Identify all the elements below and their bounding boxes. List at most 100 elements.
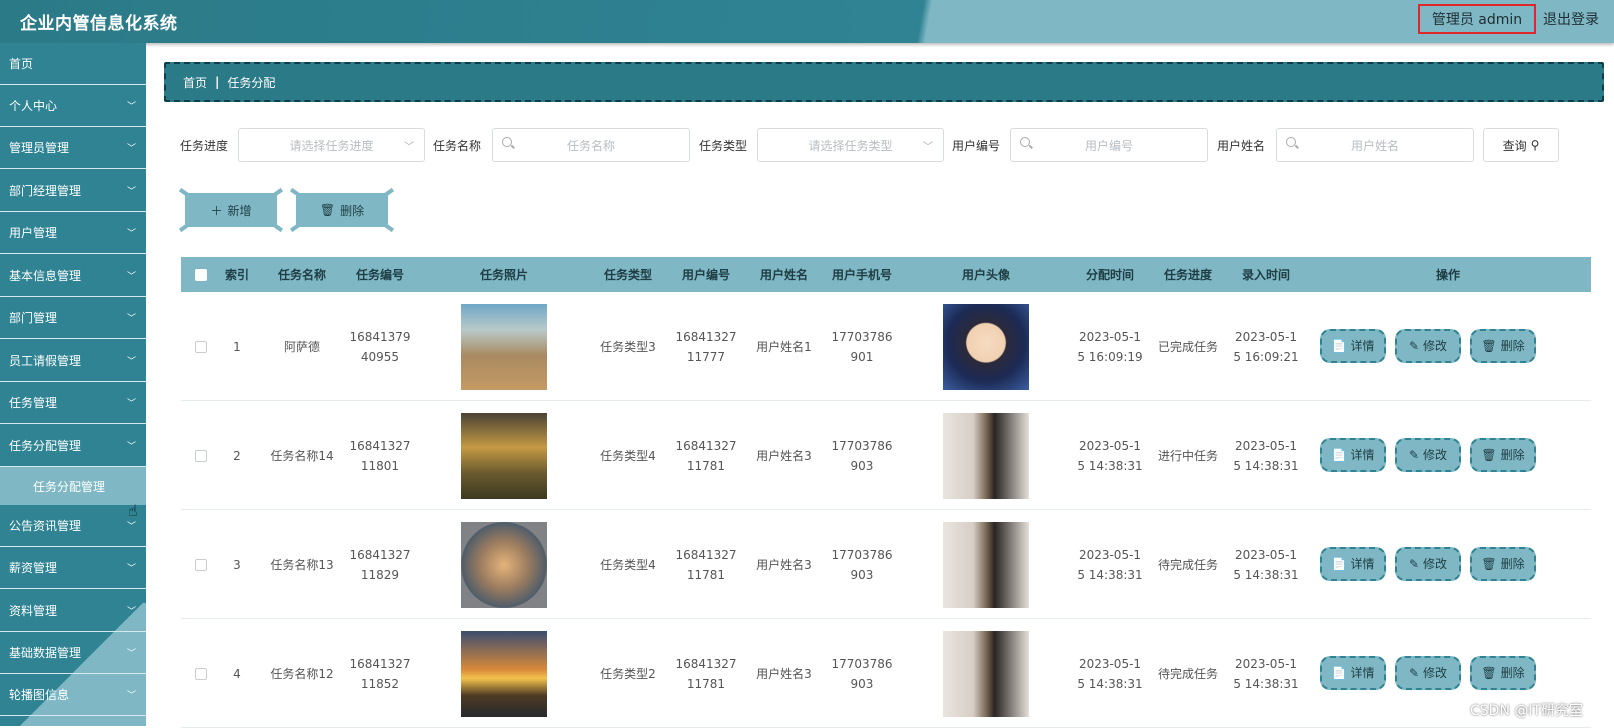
table-row: 1 阿萨德 16841379 40955 任务类型3 16841327 11777 用户姓名1… [181,292,1591,401]
trash-icon: 🗑 [1481,666,1497,680]
logout-link[interactable]: 退出登录 [1543,9,1599,29]
operations-cell: 📄 详情 ✎ 修改 🗑 删除 [1305,401,1591,510]
phone-line: 17703786 [831,438,893,453]
detail-button[interactable]: 📄 详情 [1320,438,1386,472]
index-cell: 4 [233,666,241,681]
search-icon [1286,137,1296,147]
query-button[interactable]: 查询 ⚲ [1483,128,1559,162]
task-type-cell: 任务类型2 [600,666,656,681]
add-button[interactable]: ＋ 新增 [178,187,284,233]
row-delete-button[interactable]: 🗑 删除 [1470,547,1536,581]
search-icon [502,137,512,147]
chevron-down-icon: ﹀ [126,564,136,574]
sidebar-item[interactable]: 基础数据管理 ﹀ [0,632,146,674]
road-sunset-photo [461,630,547,717]
task-name-input[interactable]: 任务名称 [492,128,690,162]
row-delete-button[interactable]: 🗑 删除 [1470,329,1536,363]
row-checkbox[interactable] [195,340,207,353]
select-all-checkbox[interactable] [195,268,207,281]
detail-button[interactable]: 📄 详情 [1320,329,1386,363]
column-header: 分配时间 [1085,268,1134,282]
index-cell: 3 [233,557,241,572]
user-no-input[interactable]: 用户编号 [1010,128,1208,162]
row-checkbox[interactable] [195,449,207,462]
sidebar-item[interactable]: 部门管理 ﹀ [0,297,146,339]
phone-cell: 17703786 903 [823,510,901,619]
edit-button[interactable]: ✎ 修改 [1395,329,1461,363]
sidebar-item-label: 公告资讯管理 [9,519,82,533]
phone-cell: 17703786 901 [823,292,901,401]
phone-line: 17703786 [831,547,893,562]
user-name-cell: 用户姓名3 [756,666,812,681]
task-type-cell: 任务类型4 [600,448,656,463]
edit-button[interactable]: ✎ 修改 [1395,547,1461,581]
sidebar-item[interactable]: 部门经理管理 ﹀ [0,170,146,212]
row-checkbox[interactable] [195,667,207,680]
sidebar-item[interactable]: 员工请假管理 ﹀ [0,340,146,382]
sidebar-item[interactable]: 首页 [0,43,146,85]
sidebar-item[interactable]: 管理员管理 ﹀ [0,127,146,169]
trash-icon: 🗑 [319,203,336,217]
sidebar-item[interactable]: 用户管理 ﹀ [0,212,146,254]
sidebar-item-label: 任务管理 [9,396,58,410]
edit-button[interactable]: ✎ 修改 [1395,656,1461,690]
progress-cell: 待完成任务 [1157,557,1218,572]
trash-icon: 🗑 [1481,448,1497,462]
edit-button[interactable]: ✎ 修改 [1395,438,1461,472]
sidebar-item[interactable]: 公告资讯管理 ﹀ [0,505,146,547]
sidebar-subitem-task-assign[interactable]: 任务分配管理 [0,467,146,505]
assign-time-cell: 2023-05-1 5 14:38:31 [1071,619,1149,728]
user-name-input[interactable]: 用户姓名 [1276,128,1474,162]
chevron-down-icon: ﹀ [126,187,136,197]
assign-time-line: 5 16:09:19 [1077,349,1143,364]
add-label: 新增 [227,203,252,218]
sidebar-item[interactable]: 薪资管理 ﹀ [0,547,146,589]
document-icon: 📄 [1331,339,1347,353]
task-type-select-placeholder: 请选择任务类型 [808,138,893,153]
column-header: 用户姓名 [759,268,808,282]
delete-label: 删除 [1500,557,1525,571]
task-no-line: 11801 [360,458,400,473]
task-no-line: 40955 [360,349,400,364]
sidebar-item[interactable]: 任务管理 ﹀ [0,382,146,424]
progress-cell: 已完成任务 [1157,339,1218,354]
app-title: 企业内管信息化系统 [20,14,178,34]
row-checkbox[interactable] [195,558,207,571]
task-name-filter-label: 任务名称 [433,139,482,153]
entry-time-cell: 2023-05-1 5 14:38:31 [1227,401,1305,510]
assign-time-line: 2023-05-1 [1078,329,1142,344]
entry-time-cell: 2023-05-1 5 14:38:31 [1227,510,1305,619]
sidebar-item[interactable]: 基本信息管理 ﹀ [0,255,146,297]
column-header: 任务名称 [277,268,326,282]
user-no-line: 11781 [686,458,726,473]
delete-label: 删除 [340,203,365,218]
trash-icon: 🗑 [1481,557,1497,571]
sidebar-item[interactable]: 轮播图信息 ﹀ [0,674,146,716]
document-icon: 📄 [1331,666,1347,680]
row-delete-button[interactable]: 🗑 删除 [1470,438,1536,472]
user-no-line: 11781 [686,567,726,582]
sidebar-item[interactable]: 任务分配管理 ﹀ [0,425,146,467]
current-user-badge[interactable]: 管理员 admin [1418,4,1536,34]
row-delete-button[interactable]: 🗑 删除 [1470,656,1536,690]
detail-button[interactable]: 📄 详情 [1320,656,1386,690]
task-type-select[interactable]: 请选择任务类型 ﹀ [757,128,944,162]
assign-time-cell: 2023-05-1 5 14:38:31 [1071,401,1149,510]
avatar-cell [901,510,1071,619]
detail-button[interactable]: 📄 详情 [1320,547,1386,581]
progress-select[interactable]: 请选择任务进度 ﹀ [238,128,425,162]
person-avatar [943,630,1029,717]
person-avatar [943,521,1029,608]
user-no-line: 16841327 [675,438,737,453]
user-no-placeholder: 用户编号 [1084,138,1133,153]
task-type-filter-label: 任务类型 [699,139,748,153]
user-name-placeholder: 用户姓名 [1350,138,1399,153]
sidebar-item[interactable]: 资料管理 ﹀ [0,590,146,632]
column-header: 用户编号 [681,268,730,282]
progress-select-placeholder: 请选择任务进度 [289,138,374,153]
breadcrumb-home[interactable]: 首页 [183,74,207,91]
batch-delete-button[interactable]: 🗑 删除 [289,187,395,233]
assign-time-line: 2023-05-1 [1078,547,1142,562]
sidebar-item[interactable]: 个人中心 ﹀ [0,85,146,127]
delete-label: 删除 [1500,666,1525,680]
